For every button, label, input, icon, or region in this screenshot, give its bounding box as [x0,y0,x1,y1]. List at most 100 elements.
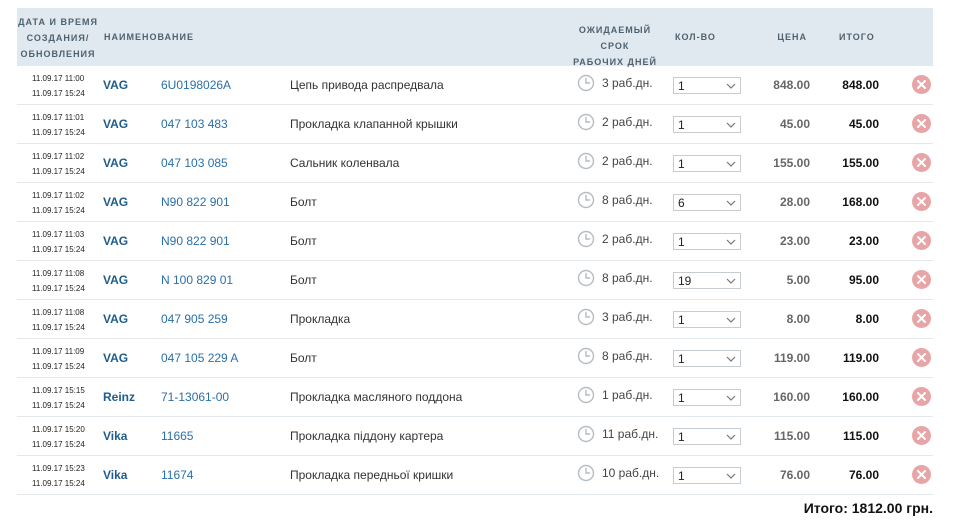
updated-datetime: 11.09.17 15:24 [32,206,85,215]
part-code-link[interactable]: 047 103 483 [161,117,228,131]
updated-datetime: 11.09.17 15:24 [32,167,85,176]
unit-price: 160.00 [773,390,810,404]
created-datetime: 11.09.17 11:08 [32,308,85,317]
quantity-value: 1 [678,79,685,93]
part-name: Болт [290,195,317,209]
part-code-link[interactable]: N90 822 901 [161,195,230,209]
clock-icon [577,74,595,92]
brand-name: VAG [103,312,129,326]
row-dates: 11.09.17 11:01 11.09.17 15:24 [32,110,85,140]
quantity-value: 1 [678,157,685,171]
table-row: 11.09.17 11:02 11.09.17 15:24 VAG N90 82… [17,183,933,222]
brand-name: VAG [103,234,129,248]
quantity-value: 1 [678,469,685,483]
clock-icon [577,152,595,170]
clock-icon [577,425,595,443]
table-row: 11.09.17 15:20 11.09.17 15:24 Vika 11665… [17,417,933,456]
unit-price: 119.00 [773,351,810,365]
delivery-term: 11 раб.дн. [602,427,659,441]
quantity-value: 1 [678,118,685,132]
row-dates: 11.09.17 11:03 11.09.17 15:24 [32,227,85,257]
chevron-down-icon [726,434,736,440]
created-datetime: 11.09.17 11:00 [32,74,85,83]
row-total: 168.00 [842,195,879,209]
part-code-link[interactable]: N 100 829 01 [161,273,233,287]
part-name: Цепь привода распредвала [290,78,444,92]
chevron-down-icon [726,161,736,167]
table-row: 11.09.17 15:15 11.09.17 15:24 Reinz 71-1… [17,378,933,417]
part-code-link[interactable]: 11665 [161,429,193,443]
table-header: ДАТА И ВРЕМЯ СОЗДАНИЯ/ ОБНОВЛЕНИЯ НАИМЕН… [17,8,933,67]
delete-icon[interactable] [912,309,931,328]
delete-icon[interactable] [912,387,931,406]
delete-icon[interactable] [912,192,931,211]
part-name: Прокладка піддону картера [290,429,444,443]
row-dates: 11.09.17 11:09 11.09.17 15:24 [32,344,85,374]
created-datetime: 11.09.17 15:20 [32,425,85,434]
part-name: Болт [290,234,317,248]
quantity-select[interactable]: 19 [673,272,741,289]
quantity-value: 19 [678,274,692,288]
part-code-link[interactable]: 6U0198026A [161,78,231,92]
quantity-select[interactable]: 1 [673,311,741,328]
delivery-term: 10 раб.дн. [602,466,660,480]
table-body: 11.09.17 11:00 11.09.17 15:24 VAG 6U0198… [17,66,933,495]
table-row: 11.09.17 11:08 11.09.17 15:24 VAG N 100 … [17,261,933,300]
quantity-select[interactable]: 1 [673,467,741,484]
part-code-link[interactable]: 047 905 259 [161,312,228,326]
row-dates: 11.09.17 15:23 11.09.17 15:24 [32,461,85,491]
quantity-select[interactable]: 1 [673,233,741,250]
row-dates: 11.09.17 11:02 11.09.17 15:24 [32,188,85,218]
clock-icon [577,191,595,209]
part-code-link[interactable]: 71-13061-00 [161,390,229,404]
unit-price: 28.00 [779,195,810,209]
updated-datetime: 11.09.17 15:24 [32,479,85,488]
unit-price: 23.00 [779,234,810,248]
quantity-select[interactable]: 1 [673,77,741,94]
delivery-term: 8 раб.дн. [602,193,653,207]
table-row: 11.09.17 11:02 11.09.17 15:24 VAG 047 10… [17,144,933,183]
part-code-link[interactable]: 047 103 085 [161,156,228,170]
delete-icon[interactable] [912,114,931,133]
clock-icon [577,269,595,287]
updated-datetime: 11.09.17 15:24 [32,323,85,332]
delivery-term: 1 раб.дн. [602,388,653,402]
delete-icon[interactable] [912,465,931,484]
brand-name: Reinz [103,390,136,404]
clock-icon [577,386,595,404]
quantity-select[interactable]: 1 [673,389,741,406]
unit-price: 8.00 [786,312,810,326]
part-code-link[interactable]: 047 105 229 A [161,351,238,365]
chevron-down-icon [726,122,736,128]
delete-icon[interactable] [912,426,931,445]
chevron-down-icon [726,395,736,401]
updated-datetime: 11.09.17 15:24 [32,401,85,410]
delete-icon[interactable] [912,348,931,367]
chevron-down-icon [726,278,736,284]
updated-datetime: 11.09.17 15:24 [32,89,85,98]
quantity-select[interactable]: 6 [673,194,741,211]
table-row: 11.09.17 11:09 11.09.17 15:24 VAG 047 10… [17,339,933,378]
delete-icon[interactable] [912,270,931,289]
clock-icon [577,464,595,482]
delete-icon[interactable] [912,153,931,172]
cart-table: ДАТА И ВРЕМЯ СОЗДАНИЯ/ ОБНОВЛЕНИЯ НАИМЕН… [17,8,933,495]
delivery-term: 8 раб.дн. [602,271,653,285]
quantity-select[interactable]: 1 [673,155,741,172]
part-name: Прокладка масляного поддона [290,390,463,404]
row-total: 160.00 [842,390,879,404]
delivery-term: 2 раб.дн. [602,154,653,168]
brand-name: VAG [103,273,129,287]
unit-price: 848.00 [773,78,810,92]
quantity-select[interactable]: 1 [673,428,741,445]
delete-icon[interactable] [912,75,931,94]
part-code-link[interactable]: 11674 [161,468,193,482]
part-code-link[interactable]: N90 822 901 [161,234,230,248]
clock-icon [577,308,595,326]
updated-datetime: 11.09.17 15:24 [32,284,85,293]
updated-datetime: 11.09.17 15:24 [32,362,85,371]
chevron-down-icon [726,356,736,362]
quantity-select[interactable]: 1 [673,350,741,367]
delete-icon[interactable] [912,231,931,250]
quantity-select[interactable]: 1 [673,116,741,133]
